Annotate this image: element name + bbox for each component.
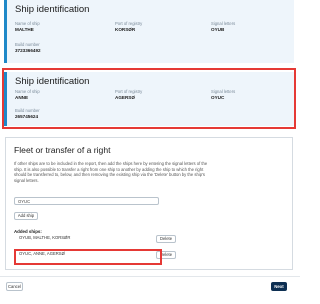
highlight-box-ship-card [2, 68, 296, 129]
add-ship-button-label: Add ship [17, 213, 35, 218]
delete-button[interactable]: Delete [156, 235, 176, 243]
next-button-label: Next [274, 284, 284, 289]
cancel-button-label: Cancel [7, 284, 22, 289]
signal-letters-input-value: OYUC [18, 199, 31, 204]
section-title: Fleet or transfer of a right [14, 145, 111, 155]
signal-letters-input[interactable]: OYUC [14, 197, 159, 205]
ship-name-label: Name of ship [15, 21, 40, 26]
signal-letters-label: Signal letters [211, 21, 236, 26]
highlight-box-added-ship [14, 249, 162, 265]
port-of-registry-label: Port of registry [115, 21, 143, 26]
cancel-button[interactable]: Cancel [6, 282, 23, 291]
add-ship-button[interactable]: Add ship [14, 212, 38, 220]
added-ships-label: Added ships: [14, 229, 42, 234]
signal-letters-value: OYUB [211, 27, 225, 32]
port-of-registry-value: KORSØR [115, 27, 136, 32]
added-ship-entry: OYUB, MALTHE, KORSØR [19, 235, 71, 240]
build-number-value: 3723366492 [15, 48, 41, 53]
build-number-label: Build number [15, 42, 40, 47]
section-description: If other ships are to be included in the… [14, 161, 208, 183]
ship-identification-card-1: Ship identification Name of ship MALTHE … [4, 0, 294, 63]
next-button[interactable]: Next [271, 282, 287, 291]
delete-button-label: Delete [159, 236, 173, 241]
ship-identification-title: Ship identification [15, 4, 90, 15]
footer-divider [0, 276, 300, 277]
ship-name-value: MALTHE [15, 27, 34, 32]
